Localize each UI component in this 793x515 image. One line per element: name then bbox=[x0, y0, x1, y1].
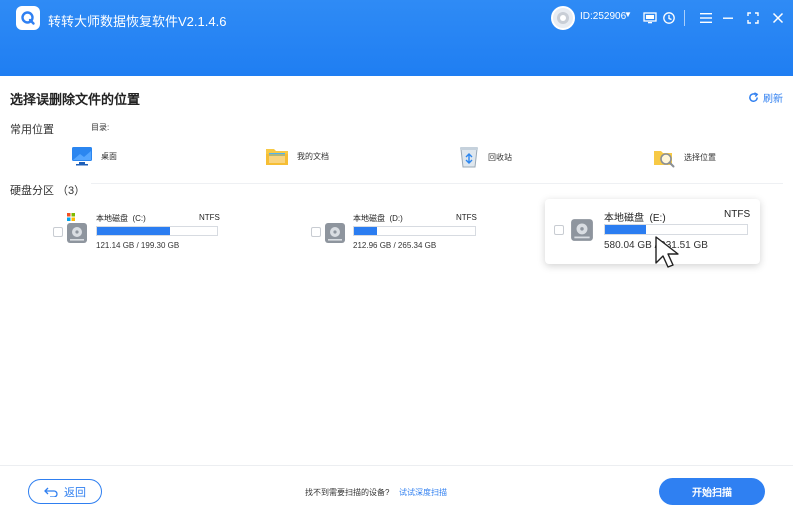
hard-disk-icon bbox=[325, 223, 345, 243]
location-desktop[interactable]: 桌面 bbox=[71, 145, 117, 167]
disk-usage-bar bbox=[353, 226, 476, 236]
footer-divider bbox=[0, 465, 793, 466]
disk-usage-fill bbox=[97, 227, 171, 235]
desktop-icon bbox=[72, 147, 92, 166]
disk-filesystem: NTFS bbox=[724, 209, 751, 220]
menu-icon[interactable] bbox=[697, 9, 715, 27]
footer-message: 找不到需要扫描的设备? bbox=[305, 488, 390, 497]
close-icon[interactable] bbox=[769, 9, 787, 27]
refresh-button[interactable]: 刷新 bbox=[748, 90, 783, 105]
monitor-icon[interactable] bbox=[641, 9, 659, 27]
disk-usage-fill bbox=[354, 227, 377, 235]
hard-disk-icon bbox=[571, 219, 593, 241]
deep-scan-link[interactable]: 试试深度扫描 bbox=[399, 487, 447, 498]
app-title: 转转大师数据恢复软件V2.1.4.6 bbox=[48, 14, 227, 29]
location-choose[interactable]: 选择位置 bbox=[652, 145, 716, 169]
user-menu-caret-icon[interactable]: ▼ bbox=[624, 10, 632, 19]
hard-disk-icon bbox=[67, 223, 87, 243]
start-scan-button[interactable]: 开始扫描 bbox=[659, 478, 765, 505]
disk-checkbox[interactable] bbox=[311, 227, 321, 237]
disk-checkbox[interactable] bbox=[554, 225, 564, 235]
location-documents[interactable]: 我的文档 bbox=[265, 145, 329, 167]
directory-label: 目录: bbox=[91, 123, 110, 132]
disk-size: 121.14 GB / 199.30 GB bbox=[96, 241, 180, 250]
choose-location-icon bbox=[654, 151, 675, 168]
disk-size: 212.96 GB / 265.34 GB bbox=[353, 241, 437, 250]
disk-filesystem: NTFS bbox=[199, 213, 220, 222]
disk-name: 本地磁盘 (C:) bbox=[96, 214, 146, 223]
maximize-icon[interactable] bbox=[744, 9, 762, 27]
support-icon[interactable] bbox=[660, 9, 678, 27]
common-locations-label: 常用位置 bbox=[10, 124, 54, 136]
disk-partitions-label: 硬盘分区 （3） bbox=[10, 182, 92, 198]
recycle-bin-icon bbox=[460, 147, 478, 168]
mouse-cursor-icon bbox=[655, 236, 679, 268]
location-label: 选择位置 bbox=[684, 152, 716, 162]
minimize-icon[interactable] bbox=[719, 9, 737, 27]
section-divider bbox=[10, 183, 783, 184]
disk-filesystem: NTFS bbox=[456, 213, 477, 222]
user-id[interactable]: ID:252906 bbox=[580, 11, 626, 22]
refresh-label: 刷新 bbox=[763, 94, 783, 105]
disk-usage-bar bbox=[604, 224, 748, 235]
title-bar: 转转大师数据恢复软件V2.1.4.6 ID:252906 ▼ bbox=[0, 0, 793, 76]
refresh-icon bbox=[749, 92, 759, 102]
page-title: 选择误删除文件的位置 bbox=[10, 92, 141, 107]
windows-logo-icon bbox=[67, 213, 75, 221]
back-button[interactable]: 返回 bbox=[28, 479, 102, 504]
back-label: 返回 bbox=[64, 486, 86, 499]
documents-folder-icon bbox=[266, 149, 288, 165]
app-logo-icon bbox=[16, 6, 40, 30]
disk-usage-fill bbox=[605, 225, 647, 234]
disk-name: 本地磁盘 (D:) bbox=[353, 214, 403, 223]
disk-usage-bar bbox=[96, 226, 218, 236]
location-label: 我的文档 bbox=[297, 151, 329, 161]
location-label: 回收站 bbox=[488, 152, 512, 162]
disk-checkbox[interactable] bbox=[53, 227, 63, 237]
location-label: 桌面 bbox=[101, 151, 117, 161]
location-recycle-bin[interactable]: 回收站 bbox=[458, 145, 512, 169]
disk-name: 本地磁盘 (E:) bbox=[604, 213, 666, 224]
back-arrow-icon bbox=[44, 487, 58, 497]
titlebar-separator bbox=[684, 10, 685, 26]
avatar[interactable] bbox=[551, 6, 575, 30]
